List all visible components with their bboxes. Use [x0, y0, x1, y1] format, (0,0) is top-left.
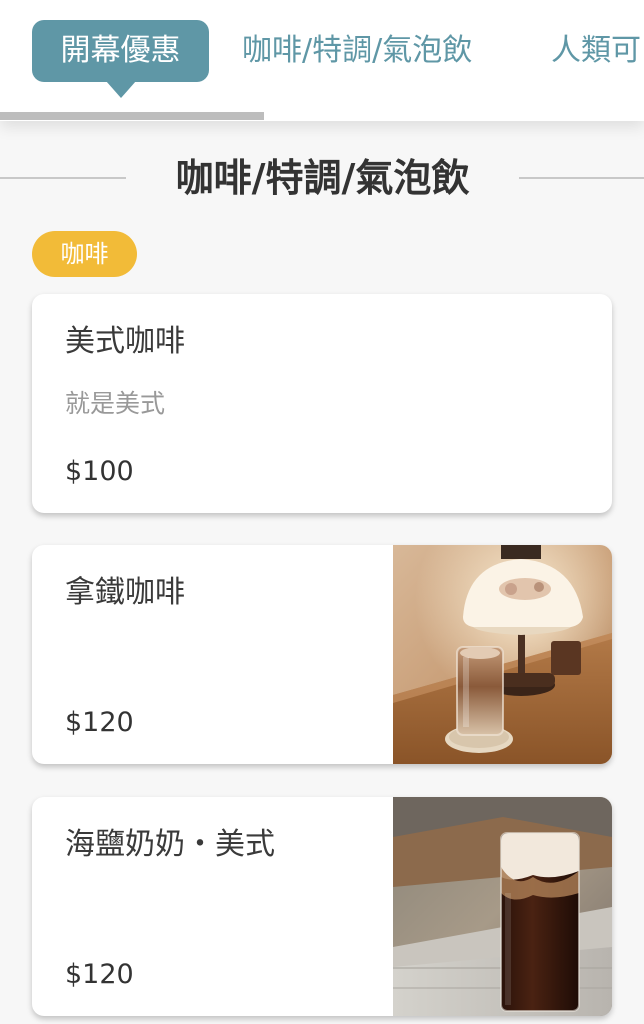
item-price: $120	[65, 959, 134, 990]
item-price: $120	[65, 707, 134, 738]
category-tab-bar: 開幕優惠 咖啡/特調/氣泡飲 人類可	[0, 0, 644, 121]
latte-photo	[393, 545, 612, 764]
tab-third-category[interactable]: 人類可	[551, 20, 641, 82]
menu-item-card[interactable]: 拿鐵咖啡 $120	[32, 545, 612, 764]
divider-line	[519, 177, 644, 179]
item-name: 海鹽奶奶・美式	[65, 827, 275, 862]
menu-item-card[interactable]: 美式咖啡 就是美式 $100	[32, 294, 612, 513]
tab-label: 人類可	[551, 33, 641, 68]
menu-item-card[interactable]: 海鹽奶奶・美式 $120	[32, 797, 612, 1016]
latte-photo-image	[393, 545, 612, 764]
tab-scroll-indicator	[0, 112, 264, 120]
tab-opening-promo[interactable]: 開幕優惠	[32, 20, 209, 98]
category-badge: 咖啡	[32, 231, 137, 277]
tab-label: 咖啡/特調/氣泡飲	[242, 33, 473, 68]
sea-salt-americano-photo	[393, 797, 612, 1016]
active-tab-pointer	[106, 81, 136, 98]
sea-salt-americano-photo-image	[393, 797, 612, 1016]
tab-coffee-specials-sparkling[interactable]: 咖啡/特調/氣泡飲	[242, 20, 472, 82]
item-price: $100	[65, 456, 134, 487]
section-title: 咖啡/特調/氣泡飲	[175, 156, 470, 200]
section-header: 咖啡/特調/氣泡飲	[0, 150, 644, 206]
item-name: 拿鐵咖啡	[65, 575, 185, 610]
item-name: 美式咖啡	[65, 324, 185, 359]
item-description: 就是美式	[65, 389, 166, 418]
divider-line	[0, 177, 126, 179]
tab-label: 開幕優惠	[60, 33, 181, 68]
